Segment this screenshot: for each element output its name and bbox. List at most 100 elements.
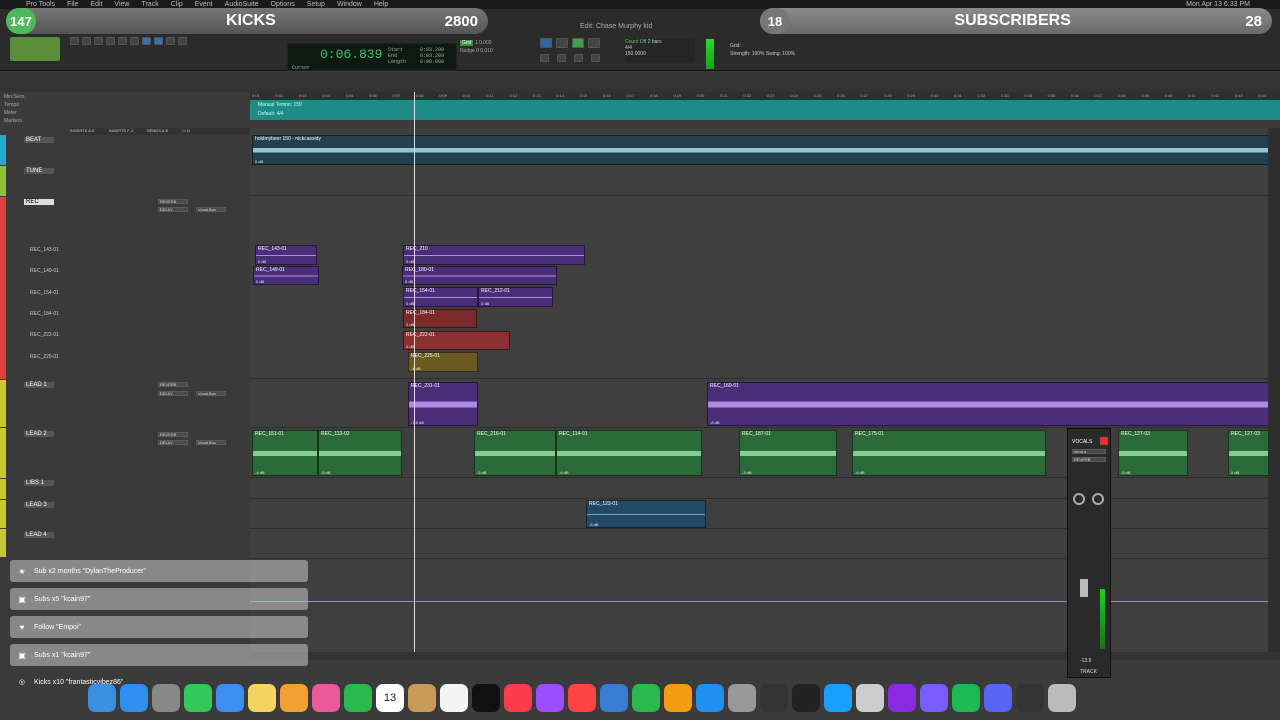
numbers-icon[interactable] bbox=[632, 684, 660, 712]
spotify-icon[interactable] bbox=[952, 684, 980, 712]
record-icon[interactable] bbox=[588, 38, 600, 48]
audio-clip[interactable]: REC_151-01 -4 dB bbox=[252, 430, 318, 476]
stop-icon[interactable] bbox=[556, 38, 568, 48]
selector-tool-icon[interactable] bbox=[94, 37, 103, 45]
main-counter[interactable]: 0:06.839 Start End Length 0:03.200 0:03.… bbox=[287, 43, 457, 71]
obs-icon[interactable] bbox=[1016, 684, 1044, 712]
volume-fader[interactable] bbox=[1080, 579, 1088, 597]
loop-icon[interactable] bbox=[540, 38, 552, 48]
pro-tools-icon[interactable] bbox=[920, 684, 948, 712]
pencil-tool-icon[interactable] bbox=[130, 37, 139, 45]
menu-item[interactable]: Edit bbox=[90, 1, 102, 8]
compressor-icon[interactable] bbox=[856, 684, 884, 712]
menu-item[interactable]: Pro Tools bbox=[26, 1, 55, 8]
keynote-icon[interactable] bbox=[600, 684, 628, 712]
rewind-icon[interactable] bbox=[557, 54, 566, 62]
podcasts-icon[interactable] bbox=[536, 684, 564, 712]
strength-value[interactable]: 100% bbox=[752, 51, 765, 57]
tv-icon[interactable] bbox=[472, 684, 500, 712]
track-name-lead2[interactable]: LEAD 2 bbox=[24, 431, 54, 437]
calendar-icon[interactable]: 13 bbox=[376, 684, 404, 712]
playhead[interactable] bbox=[414, 92, 415, 652]
rec-io[interactable]: Vocal Bus bbox=[196, 207, 226, 212]
audio-clip[interactable]: REC_222-01 0 dB bbox=[403, 331, 510, 350]
fast-forward-icon[interactable] bbox=[574, 54, 583, 62]
pan-knob-icon[interactable] bbox=[1073, 493, 1085, 505]
audio-clip[interactable]: REC_149-01 0 dB bbox=[253, 266, 319, 285]
mixer-name[interactable]: VOCALS bbox=[1072, 439, 1092, 445]
menu-item[interactable]: Setup bbox=[307, 1, 325, 8]
scrubber-tool-icon[interactable] bbox=[118, 37, 127, 45]
menu-item[interactable]: View bbox=[114, 1, 129, 8]
safari-icon[interactable] bbox=[120, 684, 148, 712]
mail-icon[interactable] bbox=[216, 684, 244, 712]
nudge-button[interactable]: Nudge bbox=[460, 48, 475, 54]
horizontal-scrollbar[interactable] bbox=[250, 652, 1280, 660]
audio-clip[interactable]: REC_187-01 -3 dB bbox=[739, 430, 837, 476]
lead2-send-reverb[interactable]: REVERB bbox=[158, 432, 188, 437]
tempo-meter-ruler[interactable]: Manual Tempo: 150 Default: 4/4 bbox=[250, 100, 1280, 120]
logic-icon[interactable] bbox=[760, 684, 788, 712]
rec-send-reverb[interactable]: REVERB bbox=[158, 199, 188, 204]
swing-value[interactable]: 100% bbox=[782, 51, 795, 57]
playlist-name[interactable]: REC_184-01 bbox=[30, 311, 59, 317]
audio-clip[interactable]: REC_216-01 -6 dB bbox=[474, 430, 556, 476]
audio-clip[interactable]: REC_143-01 0 dB bbox=[255, 245, 317, 265]
track-name-lead1[interactable]: LEAD 1 bbox=[24, 382, 54, 388]
tempo-value[interactable]: 150.0000 bbox=[625, 51, 646, 57]
audio-clip[interactable]: REC_231-01 -7.5 dB bbox=[408, 382, 478, 426]
lead1-send-delay[interactable]: DELAY bbox=[158, 391, 188, 396]
audio-clip[interactable]: REC_123-01 -6 dB bbox=[586, 500, 706, 528]
audio-clip[interactable]: REC_113-02 -5 dB bbox=[318, 430, 402, 476]
audio-clip[interactable]: REC_114-01 -6 dB bbox=[556, 430, 702, 476]
playlist-name[interactable]: REC_154-01 bbox=[30, 290, 59, 296]
menu-item[interactable]: File bbox=[67, 1, 78, 8]
audio-clip[interactable]: REC_225-01 -4 dB bbox=[408, 352, 478, 372]
tab-to-transient-icon[interactable] bbox=[166, 37, 175, 45]
ilok-icon[interactable] bbox=[792, 684, 820, 712]
audio-clip[interactable]: REC_180-01 0 dB bbox=[402, 266, 557, 285]
grid-button[interactable]: Grid bbox=[460, 40, 474, 46]
playlist-name[interactable]: REC_149-01 bbox=[30, 268, 59, 274]
facetime-icon[interactable] bbox=[344, 684, 372, 712]
playlist-name[interactable]: REC_143-01 bbox=[30, 247, 59, 253]
length-value[interactable]: 0:00.000 bbox=[420, 59, 444, 65]
playlist-name[interactable]: REC_222-01 bbox=[30, 332, 59, 338]
launchpad-icon[interactable] bbox=[152, 684, 180, 712]
trim-tool-icon[interactable] bbox=[82, 37, 91, 45]
lead2-io[interactable]: Vocal Bus bbox=[196, 440, 226, 445]
audio-clip[interactable]: holdmybeer 150 - nickcassidy 0 dB bbox=[252, 135, 1272, 165]
track-name-libs1[interactable]: LIBS 1 bbox=[24, 480, 54, 486]
pages-icon[interactable] bbox=[664, 684, 692, 712]
menu-item[interactable]: Options bbox=[271, 1, 295, 8]
lead1-send-reverb[interactable]: REVERB bbox=[158, 382, 188, 387]
avid-icon[interactable] bbox=[888, 684, 916, 712]
audio-clip[interactable]: REC_210 0 dB bbox=[403, 245, 585, 265]
app-store-icon[interactable] bbox=[696, 684, 724, 712]
track-name-tune[interactable]: TUNE bbox=[24, 168, 54, 174]
menu-item[interactable]: Event bbox=[195, 1, 213, 8]
play-icon[interactable] bbox=[572, 38, 584, 48]
messages-icon[interactable] bbox=[184, 684, 212, 712]
edit-window-clips[interactable]: holdmybeer 150 - nickcassidy 0 dB REC_14… bbox=[250, 128, 1280, 658]
grid-value[interactable]: 1 0.000 bbox=[475, 40, 492, 46]
photos2-icon[interactable] bbox=[312, 684, 340, 712]
lead2-send-delay[interactable]: DELAY bbox=[158, 440, 188, 445]
menu-item[interactable]: Clip bbox=[171, 1, 183, 8]
track-name-beat[interactable]: BEAT bbox=[24, 137, 54, 143]
link-icon[interactable] bbox=[154, 37, 163, 45]
music-icon[interactable] bbox=[504, 684, 532, 712]
discord-icon[interactable] bbox=[984, 684, 1012, 712]
contacts-icon[interactable] bbox=[408, 684, 436, 712]
menu-item[interactable]: Window bbox=[337, 1, 362, 8]
close-icon[interactable] bbox=[1100, 437, 1108, 445]
tempo-marker[interactable]: Manual Tempo: 150 bbox=[258, 102, 302, 108]
track-name-rec[interactable]: REC bbox=[24, 199, 54, 205]
reminders-icon[interactable] bbox=[440, 684, 468, 712]
track-name-lead3[interactable]: LEAD 3 bbox=[24, 502, 54, 508]
mixer-volume[interactable]: -13.8 bbox=[1080, 658, 1091, 664]
news-icon[interactable] bbox=[568, 684, 596, 712]
notes-icon[interactable] bbox=[248, 684, 276, 712]
trash-icon[interactable] bbox=[1048, 684, 1076, 712]
smart-tool-icon[interactable] bbox=[142, 37, 151, 45]
